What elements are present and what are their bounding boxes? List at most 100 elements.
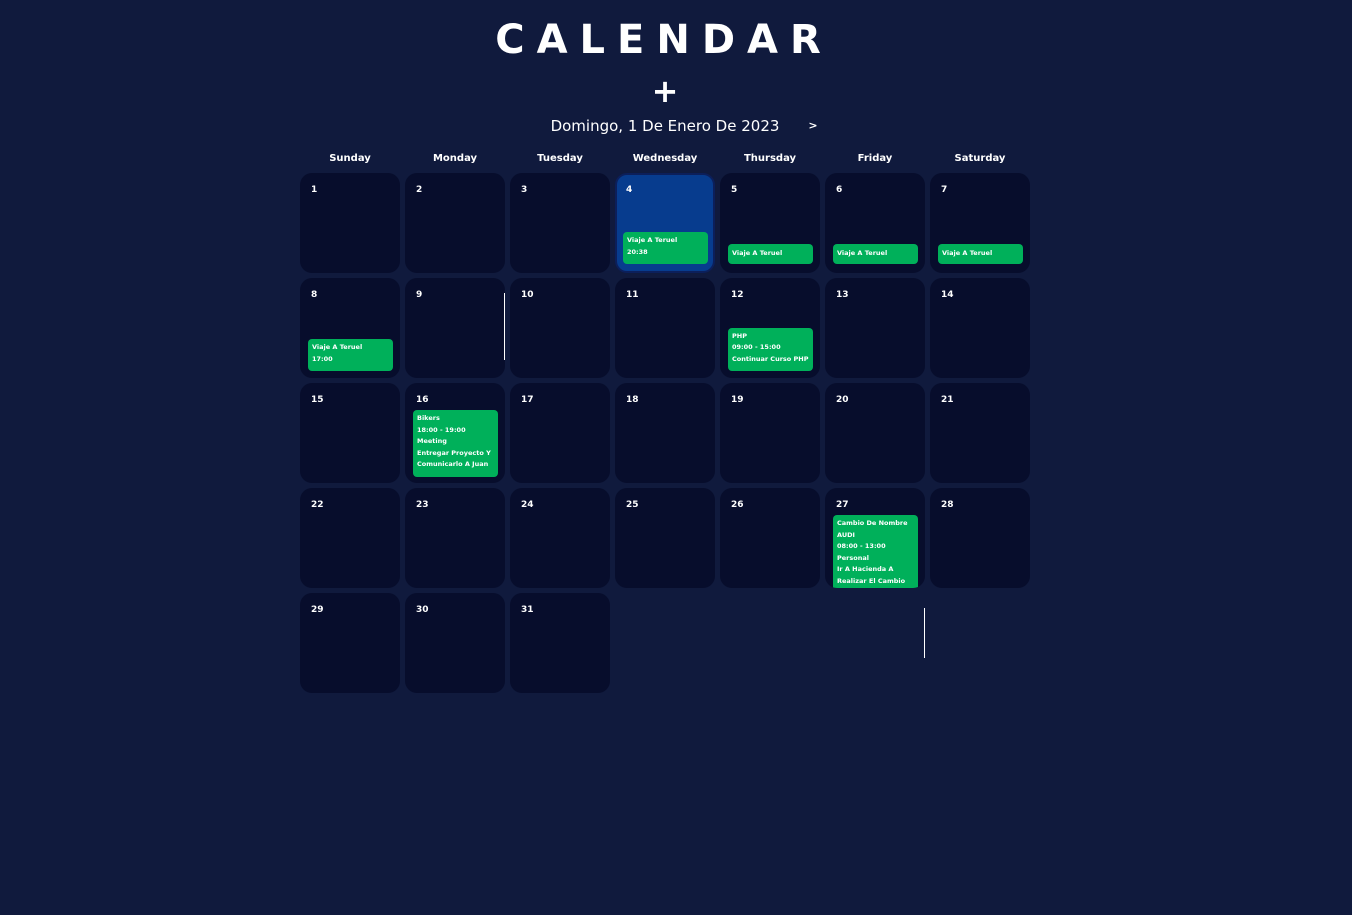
calendar-grid: 1 2 3 4 Viaje A Teruel 20:38 5 Viaje A Teruel 6 V…	[300, 173, 1030, 693]
day-number: 6	[836, 185, 843, 195]
weekday-friday: Friday	[857, 153, 893, 164]
day-number: 28	[941, 500, 954, 510]
day-number: 17	[521, 395, 534, 405]
event-title: Viaje A Teruel	[732, 249, 783, 257]
day-number: 5	[731, 185, 738, 195]
scroll-indicator[interactable]	[924, 608, 925, 658]
day-number: 23	[416, 500, 429, 510]
event-title: Bikers	[417, 414, 440, 422]
day-cell-18[interactable]: 18	[615, 383, 715, 483]
day-cell-13[interactable]: 13	[825, 278, 925, 378]
day-cell-28[interactable]: 28	[930, 488, 1030, 588]
day-cell-10[interactable]: 10	[510, 278, 610, 378]
day-number: 30	[416, 605, 429, 615]
day-number: 2	[416, 185, 423, 195]
weekday-header: Sunday Monday Tuesday Wednesday Thursday Frid…	[300, 151, 1030, 167]
event-detail: 18:00 - 19:00	[417, 425, 466, 434]
scroll-indicator[interactable]	[504, 293, 505, 360]
weekday-sunday: Sunday	[329, 153, 371, 164]
day-number: 7	[941, 185, 948, 195]
day-cell-31[interactable]: 31	[510, 593, 610, 693]
day-number: 26	[731, 500, 744, 510]
day-cell-15[interactable]: 15	[300, 383, 400, 483]
day-cell-16[interactable]: 16 Bikers 18:00 - 19:00 Meeting Entregar Pro…	[405, 383, 505, 483]
day-cell-17[interactable]: 17	[510, 383, 610, 483]
next-month-button[interactable]: >	[806, 118, 820, 134]
weekday-monday: Monday	[432, 153, 478, 164]
day-number: 27	[836, 500, 849, 510]
event-card[interactable]: Viaje A Teruel	[938, 244, 1023, 264]
weekday-thursday: Thursday	[743, 153, 797, 164]
day-number: 12	[731, 290, 744, 300]
day-cell-27[interactable]: 27 Cambio De Nombre AUDI 08:00 - 13:00 Perso…	[825, 488, 925, 588]
day-cell-24[interactable]: 24	[510, 488, 610, 588]
event-card[interactable]: Cambio De Nombre AUDI 08:00 - 13:00 Persona…	[833, 515, 918, 588]
day-number: 1	[311, 185, 318, 195]
day-number: 14	[941, 290, 954, 300]
day-cell-3[interactable]: 3	[510, 173, 610, 273]
event-detail: Comunicarlo A Juan	[417, 460, 489, 468]
event-title: Cambio De Nombre	[837, 519, 908, 527]
day-cell-30[interactable]: 30	[405, 593, 505, 693]
day-cell-14[interactable]: 14	[930, 278, 1030, 378]
day-cell-6[interactable]: 6 Viaje A Teruel	[825, 173, 925, 273]
event-card[interactable]: Viaje A Teruel	[833, 244, 918, 264]
day-cell-12[interactable]: 12 PHP 09:00 - 15:00 Continuar Curso PHP	[720, 278, 820, 378]
add-event-button[interactable]: +	[651, 75, 679, 107]
event-card[interactable]: Viaje A Teruel	[728, 244, 813, 264]
day-number: 8	[311, 290, 318, 300]
day-cell-9[interactable]: 9	[405, 278, 505, 378]
day-number: 25	[626, 500, 639, 510]
page-title: CALENDAR	[495, 17, 833, 63]
event-title: PHP	[732, 331, 747, 340]
day-cell-21[interactable]: 21	[930, 383, 1030, 483]
event-detail: 09:00 - 15:00	[732, 343, 781, 351]
day-number: 22	[311, 500, 324, 510]
event-detail: Personal	[837, 553, 869, 562]
event-card[interactable]: Bikers 18:00 - 19:00 Meeting Entregar Proye…	[413, 410, 498, 477]
event-card[interactable]: PHP 09:00 - 15:00 Continuar Curso PHP	[728, 327, 813, 371]
event-detail: 17:00	[312, 354, 333, 363]
day-number: 19	[731, 395, 744, 405]
event-detail: Continuar Curso PHP	[732, 354, 809, 363]
day-cell-1[interactable]: 1	[300, 173, 400, 273]
current-date-label: Domingo, 1 De Enero De 2023	[550, 117, 780, 135]
event-detail: Ir A Hacienda A	[837, 565, 894, 573]
day-cell-11[interactable]: 11	[615, 278, 715, 378]
event-card[interactable]: Viaje A Teruel 17:00	[308, 339, 393, 371]
weekday-tuesday: Tuesday	[537, 153, 583, 164]
day-cell-7[interactable]: 7 Viaje A Teruel	[930, 173, 1030, 273]
day-cell-2[interactable]: 2	[405, 173, 505, 273]
day-cell-4[interactable]: 4 Viaje A Teruel 20:38	[615, 173, 715, 273]
event-title: Viaje A Teruel	[627, 236, 678, 244]
event-detail: Entregar Proyecto Y	[417, 448, 491, 457]
day-number: 29	[311, 605, 324, 615]
day-number: 13	[836, 290, 849, 300]
day-cell-26[interactable]: 26	[720, 488, 820, 588]
event-card[interactable]: Viaje A Teruel 20:38	[623, 232, 708, 264]
day-number: 9	[416, 290, 423, 300]
day-number: 24	[521, 500, 534, 510]
event-detail: Meeting	[417, 437, 447, 445]
day-number: 31	[521, 605, 534, 615]
day-number: 20	[836, 395, 849, 405]
weekday-wednesday: Wednesday	[632, 153, 698, 164]
day-number: 18	[626, 395, 639, 405]
event-detail: AUDI	[837, 530, 855, 539]
day-cell-19[interactable]: 19	[720, 383, 820, 483]
day-cell-20[interactable]: 20	[825, 383, 925, 483]
day-number: 11	[626, 290, 639, 300]
day-cell-22[interactable]: 22	[300, 488, 400, 588]
day-number: 10	[521, 290, 534, 300]
day-cell-23[interactable]: 23	[405, 488, 505, 588]
event-detail: 20:38	[627, 247, 648, 256]
day-cell-25[interactable]: 25	[615, 488, 715, 588]
day-number: 3	[521, 185, 528, 195]
day-cell-5[interactable]: 5 Viaje A Teruel	[720, 173, 820, 273]
day-number: 15	[311, 395, 324, 405]
day-cell-29[interactable]: 29	[300, 593, 400, 693]
day-cell-8[interactable]: 8 Viaje A Teruel 17:00	[300, 278, 400, 378]
day-number: 16	[416, 395, 429, 405]
event-title: Viaje A Teruel	[942, 249, 993, 257]
event-title: Viaje A Teruel	[312, 343, 363, 351]
